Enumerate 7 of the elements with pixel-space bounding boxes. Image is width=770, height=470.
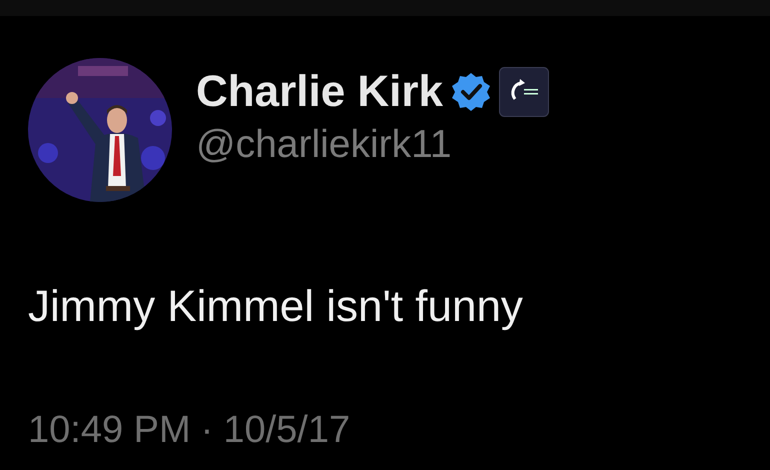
author-handle[interactable]: @charliekirk11 bbox=[196, 120, 549, 170]
affiliate-logo-icon[interactable] bbox=[498, 67, 549, 117]
author-name[interactable]: Charlie Kirk bbox=[196, 64, 443, 120]
tweet-text: Jimmy Kimmel isn't funny bbox=[27, 281, 524, 333]
separator-dot: · bbox=[200, 408, 214, 453]
tweet-date[interactable]: 10/5/17 bbox=[223, 407, 350, 453]
tweet-time[interactable]: 10:49 PM bbox=[28, 407, 191, 453]
